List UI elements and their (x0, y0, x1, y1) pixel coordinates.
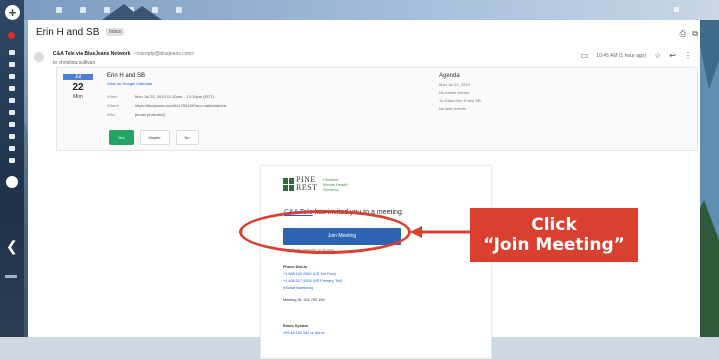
phone-number-link[interactable]: +1.888.240.2560 (US Toll Free) (283, 271, 342, 278)
rail-sent-icon[interactable] (9, 86, 15, 91)
where-label: Where (107, 103, 119, 108)
popout-icon[interactable]: ⧉ (692, 29, 698, 39)
phone-number-link[interactable]: +1.408.317.9253 (US Primary, Toll) (283, 278, 342, 285)
agenda-item: No earlier events (439, 90, 470, 95)
event-details: When Mon Jul 22, 2019 11:10am – 12:10pm … (107, 92, 227, 119)
sender-name: C&A Tele via BlueJeans Network <noreply@… (53, 51, 194, 57)
inbox-label-chip[interactable]: Inbox (106, 28, 125, 37)
rail-snoozed-icon[interactable] (9, 74, 15, 79)
instruction-callout: Click “Join Meeting” (470, 208, 638, 262)
agenda-panel: Agenda Mon Jul 22, 2019 No earlier event… (439, 73, 481, 113)
rsvp-no-button[interactable]: No (175, 130, 199, 145)
highlight-oval (239, 210, 411, 254)
sender-name-text: C&A Tele via BlueJeans Network (53, 51, 131, 57)
phone-dial-in: Phone Dial-in +1.888.240.2560 (US Toll F… (283, 264, 342, 292)
sender-email: <noreply@bluejeans.com> (134, 51, 195, 57)
when-value: Mon Jul 22, 2019 11:10am – 12:10pm (EDT) (135, 94, 214, 99)
mountain-peak-graphic (102, 4, 162, 20)
more-options-icon[interactable]: ⋮ (684, 51, 692, 60)
collapse-arrow-icon[interactable]: ❮ (6, 238, 18, 255)
email-subject: Erin H and SB Inbox (36, 27, 125, 38)
when-row: When Mon Jul 22, 2019 11:10am – 12:10pm … (107, 92, 227, 101)
left-app-rail: + ❮ (0, 0, 24, 337)
who-label: Who (107, 112, 116, 117)
room-system-link[interactable]: 199.48.152.152 or bjn.vc (283, 330, 325, 337)
event-title: Erin H and SB (107, 73, 146, 79)
agenda-item[interactable]: 11:10am Erin H and SB (439, 97, 481, 105)
logo-mark (283, 178, 294, 192)
compose-plus-icon[interactable]: + (5, 5, 20, 20)
rail-label-icon[interactable] (9, 134, 15, 139)
recipient-line[interactable]: to christina.sullivan (53, 60, 95, 66)
user-avatar-icon[interactable] (6, 176, 18, 188)
attachment-icon: ▭ (580, 51, 589, 60)
print-icon[interactable]: ⎙ (680, 29, 686, 39)
rsvp-yes-button[interactable]: Yes (109, 130, 134, 145)
phone-heading: Phone Dial-in (283, 265, 308, 269)
invite-month: Jul (63, 74, 93, 80)
logo-wordmark: PINE REST (296, 176, 318, 192)
browser-tab-strip (24, 0, 719, 20)
pine-rest-logo: PINE REST Christian Mental Health Servic… (283, 176, 403, 196)
tab-icon[interactable] (80, 7, 86, 13)
rail-label-icon[interactable] (9, 146, 15, 151)
room-system: Room System 199.48.152.152 or bjn.vc (283, 323, 325, 337)
room-heading: Room System (283, 324, 309, 328)
rail-label-icon[interactable] (9, 158, 15, 163)
callout-line-2: “Join Meeting” (483, 235, 625, 255)
invite-weekday: Mon (73, 94, 83, 100)
sender-avatar (34, 52, 44, 62)
rail-label-icon[interactable] (9, 122, 15, 127)
agenda-title: Agenda (439, 73, 460, 79)
tab-icon[interactable] (176, 7, 182, 13)
where-value[interactable]: https://bluejeans.com/941750159?src=cale… (135, 101, 227, 110)
rail-footer-icon (5, 275, 17, 278)
email-body-card: PINE REST Christian Mental Health Servic… (260, 165, 492, 359)
agenda-item: No later events (439, 106, 466, 111)
window-control-icon[interactable] (674, 7, 679, 12)
subject-row: Erin H and SB Inbox ⎙ ⧉ (28, 20, 700, 46)
view-calendar-link[interactable]: View on Google Calendar (107, 81, 153, 86)
callout-line-1: Click (531, 215, 577, 235)
date-badge: Jul 22 Mon (63, 74, 93, 109)
message-meta: ▭ 10:45 AM (1 hour ago) ☆ ↩ ⋮ (581, 51, 692, 60)
rail-starred-icon[interactable] (9, 62, 15, 67)
rsvp-maybe-button[interactable]: Maybe (139, 130, 170, 145)
reply-icon[interactable]: ↩ (669, 51, 676, 60)
tab-icon[interactable] (56, 7, 62, 13)
logo-word-rest: REST (296, 183, 318, 192)
global-numbers-link[interactable]: (Global Numbers) (283, 285, 342, 292)
when-label: When (107, 94, 118, 99)
rsvp-buttons: Yes Maybe No (109, 130, 199, 145)
annotation-arrow (410, 226, 472, 238)
notification-dot-icon (8, 32, 15, 39)
calendar-invite-card: Jul 22 Mon Erin H and SB View on Google … (56, 67, 698, 151)
subject-text: Erin H and SB (36, 27, 100, 38)
agenda-date: Mon Jul 22, 2019 (439, 82, 470, 87)
message-timestamp: 10:45 AM (1 hour ago) (596, 52, 647, 59)
rail-inbox-icon[interactable] (9, 50, 15, 55)
invite-day: 22 (72, 82, 84, 93)
meeting-id: Meeting ID: 941 750 159 (283, 298, 325, 302)
logo-tagline: Christian Mental Health Services (323, 177, 348, 192)
rail-drafts-icon[interactable] (9, 98, 15, 103)
logo-tag-line: Services (323, 187, 339, 192)
star-icon[interactable]: ☆ (654, 51, 661, 60)
who-row: Who [email protected] (107, 110, 227, 119)
email-view: Erin H and SB Inbox ⎙ ⧉ C&A Tele via Blu… (28, 20, 700, 359)
rail-label-icon[interactable] (9, 110, 15, 115)
where-row: Where https://bluejeans.com/941750159?sr… (107, 101, 227, 110)
who-value: [email protected] (135, 112, 165, 117)
